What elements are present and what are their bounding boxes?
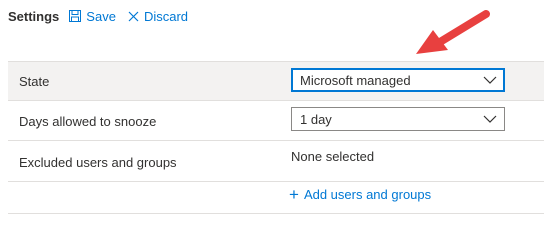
add-users-and-groups-link[interactable]: + Add users and groups (289, 184, 432, 204)
chevron-down-icon (483, 115, 497, 123)
snooze-dropdown[interactable]: 1 day (291, 107, 505, 131)
excluded-value: None selected (291, 149, 375, 164)
state-label: State (19, 74, 50, 89)
save-icon (69, 10, 82, 22)
discard-label: Discard (143, 8, 189, 24)
state-dropdown[interactable]: Microsoft managed (291, 68, 505, 92)
save-label: Save (86, 8, 116, 24)
state-dropdown-value: Microsoft managed (300, 73, 411, 88)
add-row: + Add users and groups (8, 182, 544, 214)
excluded-row: Excluded users and groups None selected (8, 141, 544, 182)
command-bar: Settings Save Discard (8, 6, 200, 26)
annotation-arrow-icon (416, 10, 490, 54)
discard-button[interactable]: Discard (128, 9, 188, 24)
snooze-dropdown-value: 1 day (300, 112, 332, 127)
excluded-label: Excluded users and groups (19, 155, 177, 170)
section-title: Settings (8, 8, 60, 24)
snooze-label: Days allowed to snooze (19, 114, 157, 129)
snooze-row: Days allowed to snooze 1 day (8, 100, 544, 141)
chevron-down-icon (483, 76, 497, 84)
close-icon (128, 11, 139, 22)
add-users-label: Add users and groups (303, 187, 432, 202)
plus-icon: + (289, 184, 299, 204)
save-button[interactable]: Save (69, 9, 116, 24)
state-row: State Microsoft managed (8, 61, 544, 101)
